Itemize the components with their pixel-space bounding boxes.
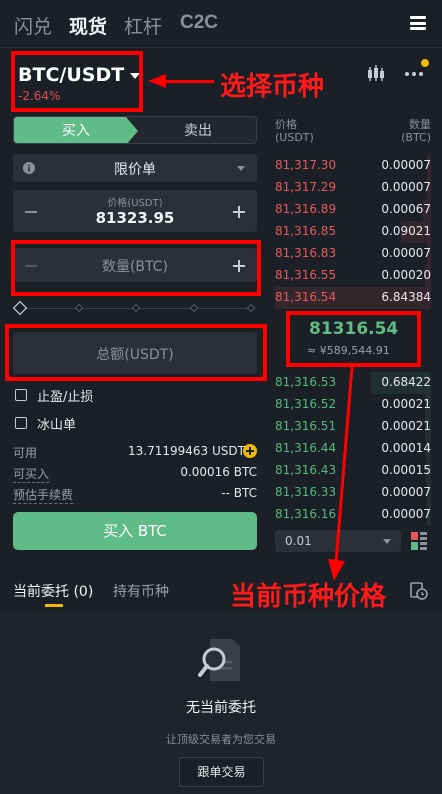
empty-subtitle: 让顶级交易者为您交易 bbox=[166, 733, 276, 746]
tab-open-orders[interactable]: 当前委托 (0) bbox=[13, 581, 93, 601]
slider-mark[interactable] bbox=[74, 303, 84, 313]
annotation-box-total bbox=[5, 324, 267, 381]
ask-row[interactable]: 81,316.55 0.00020 bbox=[275, 265, 431, 287]
bid-qty: 0.00007 bbox=[381, 507, 431, 521]
bid-qty: 0.00014 bbox=[381, 441, 431, 455]
bid-qty: 0.68422 bbox=[381, 375, 431, 389]
candlestick-icon[interactable] bbox=[366, 64, 386, 84]
ask-row[interactable]: 81,317.30 0.00007 bbox=[275, 155, 431, 177]
price-field[interactable]: 价格(USDT) 81323.95 bbox=[13, 190, 257, 232]
tab-holdings[interactable]: 持有币种 bbox=[113, 581, 169, 601]
annotation-box-pair bbox=[11, 51, 143, 112]
menu-icon[interactable] bbox=[410, 16, 426, 30]
ask-qty: 0.00067 bbox=[381, 202, 431, 216]
add-funds-icon[interactable] bbox=[243, 444, 257, 458]
tab-margin[interactable]: 杠杆 bbox=[124, 12, 162, 39]
plus-icon[interactable] bbox=[233, 206, 245, 218]
order-history-icon[interactable] bbox=[410, 582, 428, 600]
ask-price: 81,316.89 bbox=[275, 202, 337, 216]
price-header: 价格 bbox=[275, 118, 297, 131]
can-buy-label: 可买入 bbox=[13, 467, 50, 483]
ask-row[interactable]: 81,317.29 0.00007 bbox=[275, 177, 431, 199]
tp-sl-label: 止盈/止损 bbox=[37, 390, 94, 405]
order-type-label: 限价单 bbox=[114, 162, 156, 178]
iceberg-label: 冰山单 bbox=[37, 418, 77, 433]
bid-qty: 0.00007 bbox=[381, 485, 431, 499]
ask-price: 81,316.83 bbox=[275, 246, 337, 260]
precision-value: 0.01 bbox=[285, 534, 312, 548]
ask-price: 81,317.29 bbox=[275, 180, 337, 194]
active-tab-indicator bbox=[45, 604, 63, 607]
ask-qty: 6.84384 bbox=[381, 290, 431, 304]
ask-qty: 0.00007 bbox=[381, 180, 431, 194]
empty-title: 无当前委托 bbox=[186, 700, 256, 716]
ask-price: 81,316.55 bbox=[275, 268, 337, 282]
tp-sl-checkbox[interactable] bbox=[15, 389, 27, 401]
empty-search-icon bbox=[198, 639, 240, 681]
bid-qty: 0.00015 bbox=[381, 463, 431, 477]
qty-header: 数量 bbox=[409, 118, 431, 131]
price-value: 81323.95 bbox=[95, 209, 175, 227]
can-buy-value: 0.00016 BTC bbox=[180, 465, 257, 479]
qty-unit: (BTC) bbox=[401, 131, 431, 144]
ask-qty: 0.00007 bbox=[381, 158, 431, 172]
divider bbox=[0, 47, 442, 48]
bid-qty: 0.00021 bbox=[381, 397, 431, 411]
side-toggle: 买入 卖出 bbox=[13, 116, 257, 144]
buy-tab[interactable]: 买入 bbox=[14, 117, 138, 143]
tab-flash-swap[interactable]: 闪兑 bbox=[14, 12, 52, 39]
annotation-arrow-line bbox=[164, 80, 214, 83]
slider-mark[interactable] bbox=[246, 303, 256, 313]
ask-row[interactable]: 81,316.85 0.09021 bbox=[275, 221, 431, 243]
chevron-down-icon bbox=[237, 166, 245, 171]
annotation-box-price bbox=[286, 311, 421, 367]
order-type-select[interactable]: 限价单 bbox=[13, 154, 257, 182]
fee-label: 预估手续费 bbox=[13, 488, 74, 504]
ask-qty: 0.09021 bbox=[381, 224, 431, 238]
ask-price: 81,316.54 bbox=[275, 290, 337, 304]
ask-qty: 0.00020 bbox=[381, 268, 431, 282]
ask-row[interactable]: 81,316.83 0.00007 bbox=[275, 243, 431, 265]
slider-handle[interactable] bbox=[12, 300, 28, 316]
orderbook-qty-header: 数量 (BTC) bbox=[401, 118, 431, 144]
ask-row[interactable]: 81,316.89 0.00067 bbox=[275, 199, 431, 221]
tab-c2c[interactable]: C2C bbox=[180, 12, 218, 34]
orderbook-layout-icon[interactable] bbox=[411, 532, 427, 550]
annotation-current-price: 当前币种价格 bbox=[230, 582, 387, 612]
tab-spot[interactable]: 现货 bbox=[69, 12, 107, 39]
slider-mark[interactable] bbox=[189, 303, 199, 313]
slider-mark[interactable] bbox=[131, 303, 141, 313]
ask-price: 81,316.85 bbox=[275, 224, 337, 238]
price-label: 价格(USDT) bbox=[107, 198, 163, 209]
available-label: 可用 bbox=[13, 446, 38, 460]
price-unit: (USDT) bbox=[275, 131, 314, 144]
chevron-down-icon bbox=[383, 539, 391, 544]
iceberg-checkbox[interactable] bbox=[15, 417, 27, 429]
more-icon[interactable] bbox=[404, 58, 430, 80]
ask-price: 81,317.30 bbox=[275, 158, 337, 172]
annotation-box-amount bbox=[11, 240, 261, 296]
sell-tab[interactable]: 卖出 bbox=[138, 117, 256, 143]
copy-trade-button[interactable]: 跟单交易 bbox=[179, 757, 264, 787]
annotation-arrow-head bbox=[148, 74, 166, 88]
ask-qty: 0.00007 bbox=[381, 246, 431, 260]
buy-btc-button[interactable]: 买入 BTC bbox=[13, 512, 257, 550]
annotation-select-coin: 选择币种 bbox=[220, 72, 325, 102]
orderbook-price-header: 价格 (USDT) bbox=[275, 118, 314, 144]
fee-value: -- BTC bbox=[221, 486, 257, 500]
ask-row[interactable]: 81,316.54 6.84384 bbox=[275, 287, 431, 309]
bid-qty: 0.00021 bbox=[381, 419, 431, 433]
annotation-arrow bbox=[328, 367, 354, 581]
available-value: 13.71199463 USDT bbox=[128, 444, 245, 458]
